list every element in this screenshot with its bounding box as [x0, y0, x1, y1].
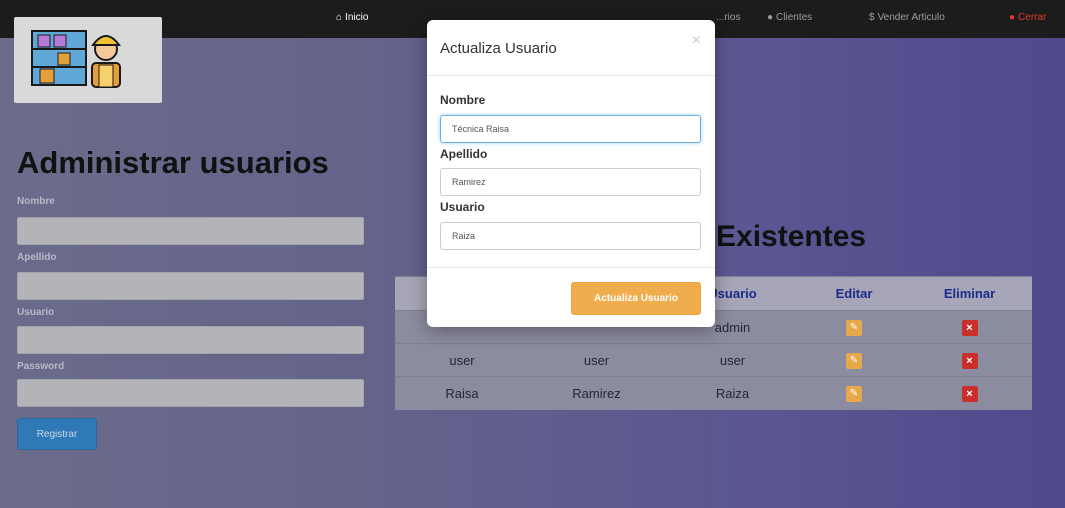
cell-apellido: Ramirez: [529, 376, 664, 410]
delete-cell: ×: [907, 376, 1032, 410]
close-icon[interactable]: ×: [692, 32, 701, 50]
nav-inicio[interactable]: ⌂ Inicio: [336, 12, 368, 23]
delete-icon[interactable]: ×: [961, 319, 978, 336]
modal-usuario-input[interactable]: Raiza: [440, 222, 701, 250]
warehouse-worker-logo-icon: [31, 30, 121, 88]
cell-nombre: Raisa: [395, 376, 529, 410]
modal-apellido-input[interactable]: Ramirez: [440, 168, 701, 196]
app-logo: [14, 17, 162, 103]
dollar-icon: $: [869, 12, 875, 23]
password-input[interactable]: [17, 379, 364, 407]
cell-apellido: user: [529, 343, 664, 377]
user-icon: ●: [1009, 12, 1016, 23]
delete-icon[interactable]: ×: [961, 352, 978, 369]
edit-icon[interactable]: ✎: [846, 320, 862, 336]
home-icon: ⌂: [336, 12, 343, 23]
edit-icon[interactable]: ✎: [846, 386, 862, 403]
cell-nombre: user: [395, 343, 529, 377]
nombre-input[interactable]: [17, 217, 364, 245]
table-row: user user user ✎ ×: [395, 343, 1032, 377]
delete-cell: ×: [907, 343, 1032, 377]
nav-clientes[interactable]: ● Clientes: [767, 12, 812, 23]
modal-title: Actualiza Usuario: [440, 40, 557, 57]
user-icon: ●: [767, 12, 774, 23]
edit-cell: ✎: [801, 343, 907, 377]
actualiza-usuario-button[interactable]: Actualiza Usuario: [571, 282, 701, 315]
delete-icon[interactable]: ×: [961, 385, 978, 402]
nombre-label: Nombre: [17, 196, 55, 207]
modal-usuario-label: Usuario: [440, 200, 485, 214]
modal-nombre-input[interactable]: Técnica Raisa: [440, 115, 701, 143]
usuario-input[interactable]: [17, 326, 364, 354]
page-title: Administrar usuarios: [17, 145, 329, 180]
password-label: Password: [17, 361, 65, 372]
edit-icon[interactable]: ✎: [846, 353, 862, 369]
edit-cell: ✎: [801, 310, 907, 344]
users-section-title: Existentes: [716, 220, 867, 253]
modal-header: Actualiza Usuario ×: [427, 20, 715, 76]
modal-footer: Actualiza Usuario: [427, 267, 715, 327]
nav-cerrar[interactable]: ● Cerrar: [1009, 12, 1046, 23]
edit-cell: ✎: [801, 376, 907, 410]
column-header-editar: Editar: [801, 276, 907, 311]
update-user-modal: Actualiza Usuario × Nombre Técnica Raisa…: [427, 20, 715, 327]
nav-vender-articulo[interactable]: $ Vender Articulo: [869, 12, 945, 23]
modal-nombre-label: Nombre: [440, 93, 486, 107]
column-header-eliminar: Eliminar: [907, 276, 1032, 311]
apellido-label: Apellido: [17, 252, 57, 263]
usuario-label: Usuario: [17, 307, 55, 318]
registrar-button[interactable]: Registrar: [17, 418, 97, 450]
nav-usuarios[interactable]: ...rios: [716, 12, 740, 23]
table-row: Raisa Ramirez Raiza ✎ ×: [395, 376, 1032, 410]
apellido-input[interactable]: [17, 272, 364, 300]
cell-usuario: Raiza: [664, 376, 801, 410]
cell-usuario: user: [664, 343, 801, 377]
modal-apellido-label: Apellido: [440, 147, 488, 161]
delete-cell: ×: [907, 310, 1032, 344]
